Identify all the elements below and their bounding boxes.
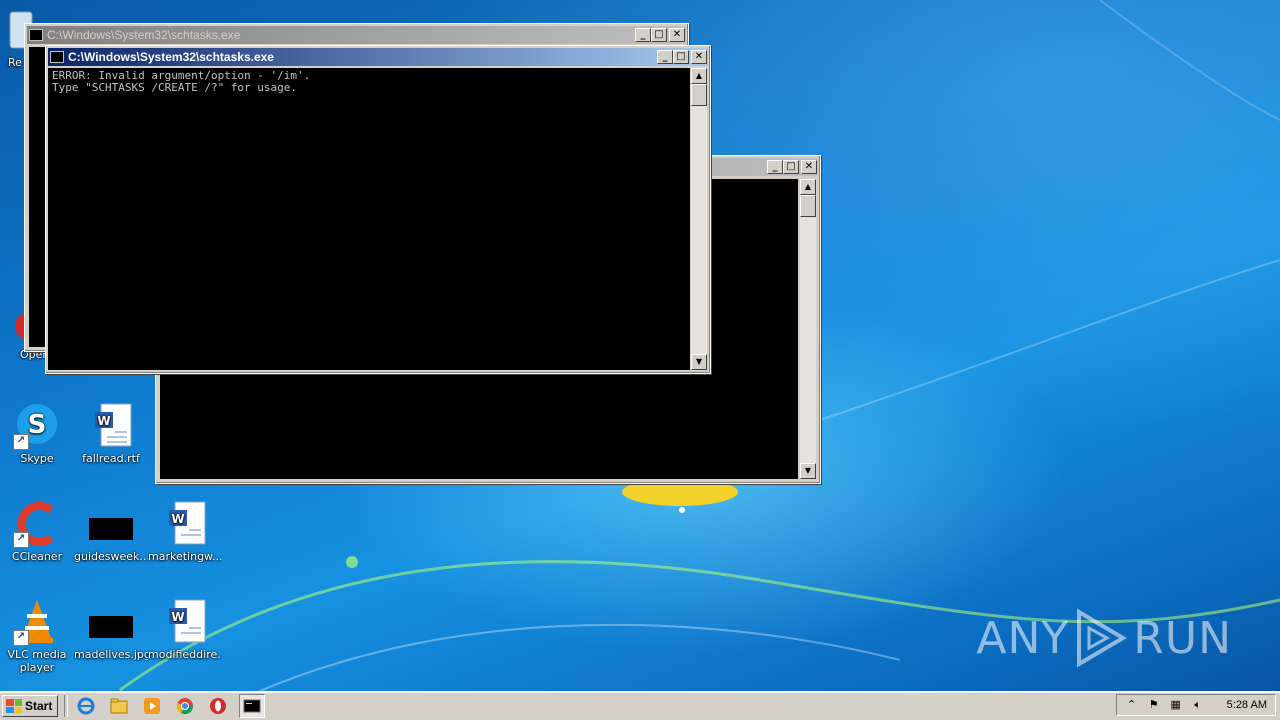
taskbar: Start ⌃ ⚑ ▦ 🔈︎ 5:28 AM [0,691,1280,720]
svg-text:S: S [28,410,47,440]
svg-text:W: W [171,512,184,526]
desktop-icon-vlc[interactable]: ↗ VLC media player [0,598,74,674]
vertical-scrollbar[interactable]: ▲ ▼ [691,68,707,370]
window-titlebar[interactable]: C:\Windows\System32\schtasks.exe _ □ ✕ [27,26,686,44]
window-title: C:\Windows\System32\schtasks.exe [68,50,274,64]
maximize-button[interactable]: □ [651,28,667,42]
console-output[interactable]: ERROR: Invalid argument/option - '/im'. T… [48,68,690,370]
start-label: Start [25,699,53,713]
desktop-icon-modifieddire[interactable]: W modifieddire... [148,598,222,661]
image-file-icon [87,500,135,548]
shortcut-arrow-icon: ↗ [13,532,29,548]
desktop-icon-madelives[interactable]: madelives.jpg [74,598,148,661]
volume-icon[interactable]: 🔈︎ [1191,698,1205,712]
desktop-icon-label: marketingw... [148,550,222,563]
minimize-button[interactable]: _ [657,50,673,64]
network-icon[interactable]: ▦ [1169,698,1183,712]
word-document-icon: W [161,598,209,646]
opera-icon[interactable] [206,695,230,717]
taskbar-separator [64,695,69,717]
ie-icon[interactable] [74,695,98,717]
console-icon[interactable] [239,694,266,718]
window-titlebar[interactable]: C:\Windows\System32\schtasks.exe _ □ ✕ [48,48,708,66]
vertical-scrollbar[interactable]: ▲ ▼ [800,179,816,479]
close-button[interactable]: ✕ [669,28,685,42]
explorer-icon[interactable] [107,695,131,717]
scroll-thumb[interactable] [800,195,816,217]
minimize-button[interactable]: _ [767,160,783,174]
scroll-down-icon[interactable]: ▼ [691,354,707,370]
console-line: Type "SCHTASKS /CREATE /?" for usage. [52,81,298,94]
desktop-icon-label: Skype [20,452,54,465]
vlc-icon: ↗ [13,598,61,646]
console-icon [50,51,64,63]
ccleaner-icon: ↗ [13,500,61,548]
word-document-icon: W [87,402,135,450]
desktop-icon-label: guidesweek... [74,550,148,563]
console-icon [29,29,43,41]
desktop-icon-ccleaner[interactable]: ↗ CCleaner [0,500,74,563]
minimize-button[interactable]: _ [635,28,651,42]
scroll-up-icon[interactable]: ▲ [800,179,816,195]
action-center-flag-icon[interactable]: ⚑ [1147,698,1161,712]
shortcut-arrow-icon: ↗ [13,434,29,450]
desktop-icon-guidesweek[interactable]: guidesweek... [74,500,148,563]
watermark-text-left: ANY [976,612,1070,664]
show-hidden-icons-icon[interactable]: ⌃ [1125,698,1139,712]
word-document-icon: W [161,500,209,548]
scroll-thumb[interactable] [691,84,707,106]
console-window-front[interactable]: C:\Windows\System32\schtasks.exe _ □ ✕ E… [45,45,711,374]
shortcut-arrow-icon: ↗ [13,630,29,646]
chrome-icon[interactable] [173,695,197,717]
watermark-text-right: RUN [1133,612,1232,664]
clock[interactable]: 5:28 AM [1227,699,1267,711]
scroll-down-icon[interactable]: ▼ [800,463,816,479]
close-button[interactable]: ✕ [801,160,817,174]
window-title: C:\Windows\System32\schtasks.exe [47,28,241,42]
maximize-button[interactable]: □ [673,50,689,64]
desktop-icon-fallread[interactable]: W fallread.rtf [74,402,148,465]
desktop-icon-label: madelives.jpg [74,648,148,661]
desktop-icon-marketingw[interactable]: W marketingw... [148,500,222,563]
system-tray: ⌃ ⚑ ▦ 🔈︎ 5:28 AM [1115,694,1276,716]
windows-logo-icon [6,699,22,713]
close-button[interactable]: ✕ [691,50,707,64]
image-file-icon [87,598,135,646]
desktop-icon-skype[interactable]: S ↗ Skype [0,402,74,465]
play-logo-icon [1077,608,1128,668]
media-player-icon[interactable] [140,695,164,717]
desktop-icon-label: VLC media player [7,648,67,674]
scroll-up-icon[interactable]: ▲ [691,68,707,84]
maximize-button[interactable]: □ [783,160,799,174]
desktop-icon-label: CCleaner [11,550,63,563]
svg-text:W: W [97,414,110,428]
anyrun-watermark: ANY RUN [976,608,1232,668]
start-button[interactable]: Start [2,695,59,717]
svg-text:W: W [171,610,184,624]
desktop-icon-label: fallread.rtf [82,452,140,465]
skype-icon: S ↗ [13,402,61,450]
desktop-icon-label: modifieddire... [148,648,222,661]
